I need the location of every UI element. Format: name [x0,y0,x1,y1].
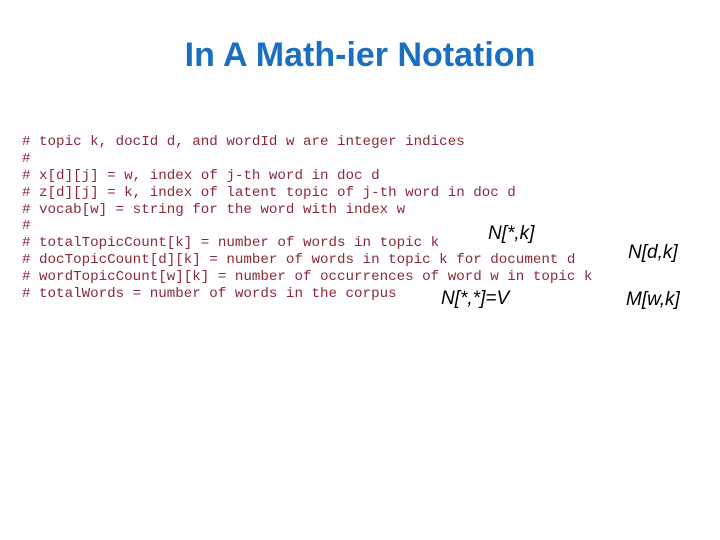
slide-title: In A Math-ier Notation [184,36,536,74]
code-comment-block: # topic k, docId d, and wordId w are int… [22,134,592,303]
code-line: # [22,150,31,167]
code-line: # x[d][j] = w, index of j-th word in doc… [22,167,380,184]
code-line: # vocab[w] = string for the word with in… [22,201,406,218]
code-line: # z[d][j] = k, index of latent topic of … [22,184,516,201]
math-annotation-word-topic-count: M[w,k] [626,289,680,310]
math-annotation-doc-topic-count: N[d,k] [628,242,678,263]
math-annotation-total-words: N[*,*]=V [441,288,510,309]
code-line: # docTopicCount[d][k] = number of words … [22,252,576,269]
math-annotation-total-topic-count: N[*,k] [488,223,535,244]
code-line: # topic k, docId d, and wordId w are int… [22,134,465,150]
code-line: # wordTopicCount[w][k] = number of occur… [22,269,593,286]
